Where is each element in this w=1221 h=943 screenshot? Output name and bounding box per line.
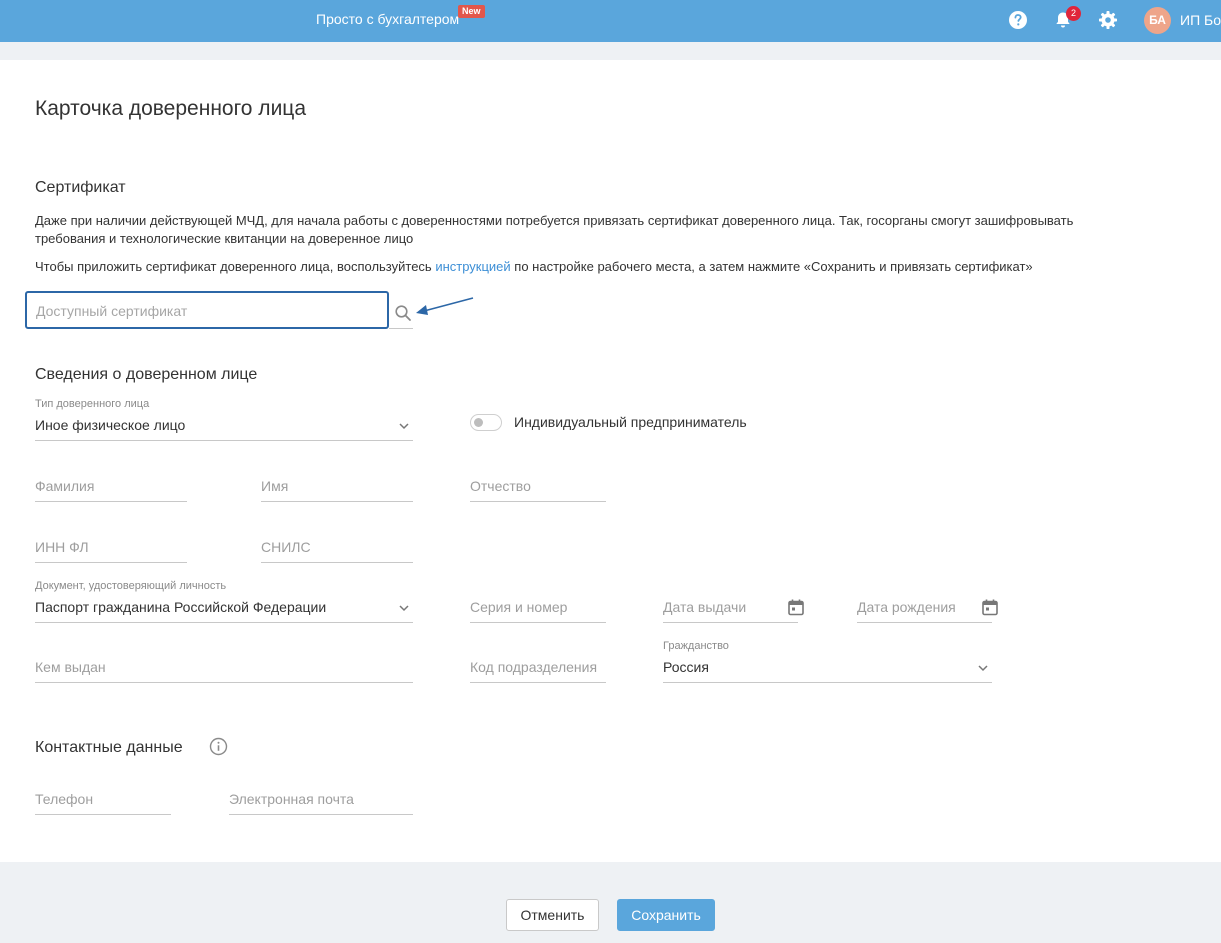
instruction-text-before: Чтобы приложить сертификат доверенного л… <box>35 259 436 274</box>
contacts-section-title: Контактные данные <box>35 739 183 756</box>
series-number-placeholder: Серия и номер <box>470 599 568 615</box>
trusted-person-card: Карточка доверенного лица Сертификат Даж… <box>0 60 1221 862</box>
phone-placeholder: Телефон <box>35 791 94 807</box>
gear-icon[interactable] <box>1098 10 1118 30</box>
help-icon[interactable] <box>1008 10 1028 30</box>
cancel-button[interactable]: Отменить <box>506 899 599 931</box>
birth-date-placeholder: Дата рождения <box>857 599 956 615</box>
patronymic-field[interactable]: Отчество <box>470 471 606 502</box>
certificate-section-title: Сертификат <box>35 179 126 196</box>
pointer-arrow-icon <box>416 297 474 315</box>
birth-date-field[interactable]: Дата рождения <box>857 592 998 623</box>
identity-document-select[interactable]: Документ, удостоверяющий личность Паспор… <box>35 580 413 623</box>
user-name[interactable]: ИП Бор <box>1180 12 1221 28</box>
chevron-down-icon <box>399 423 409 430</box>
person-type-select[interactable]: Тип доверенного лица Иное физическое лиц… <box>35 398 413 441</box>
ip-toggle[interactable] <box>470 414 502 431</box>
toggle-knob <box>474 418 483 427</box>
new-badge: New <box>458 5 485 18</box>
person-section-title: Сведения о доверенном лице <box>35 366 258 383</box>
certificate-description-line-1: Даже при наличии действующей МЧД, для на… <box>35 213 1074 228</box>
person-type-value: Иное физическое лицо <box>35 417 186 433</box>
certificate-instruction: Чтобы приложить сертификат доверенного л… <box>35 258 1033 276</box>
instruction-text-after: по настройке рабочего места, а затем наж… <box>510 259 1033 274</box>
certificate-input-placeholder: Доступный сертификат <box>36 303 188 319</box>
ip-toggle-label: Индивидуальный предприниматель <box>514 414 747 430</box>
instruction-link[interactable]: инструкцией <box>435 259 510 274</box>
series-number-field[interactable]: Серия и номер <box>470 592 606 623</box>
first-name-placeholder: Имя <box>261 478 289 494</box>
avatar[interactable]: БА <box>1144 7 1171 34</box>
division-code-placeholder: Код подразделения <box>470 659 598 675</box>
issue-date-field[interactable]: Дата выдачи <box>663 592 804 623</box>
last-name-field[interactable]: Фамилия <box>35 471 187 502</box>
citizenship-value: Россия <box>663 659 709 675</box>
certificate-description: Даже при наличии действующей МЧД, для на… <box>35 212 1185 248</box>
snils-placeholder: СНИЛС <box>261 539 311 555</box>
citizenship-select[interactable]: Гражданство Россия <box>663 640 992 683</box>
calendar-icon[interactable] <box>981 598 999 616</box>
certificate-search-underline <box>389 328 413 329</box>
brand-link[interactable]: Просто с бухгалтером <box>316 11 459 27</box>
patronymic-placeholder: Отчество <box>470 478 531 494</box>
info-icon[interactable] <box>209 737 228 756</box>
issued-by-placeholder: Кем выдан <box>35 659 106 675</box>
person-type-label: Тип доверенного лица <box>35 398 150 410</box>
citizenship-label: Гражданство <box>663 640 729 652</box>
division-code-field[interactable]: Код подразделения <box>470 652 606 683</box>
inn-field[interactable]: ИНН ФЛ <box>35 532 187 563</box>
first-name-field[interactable]: Имя <box>261 471 413 502</box>
issued-by-field[interactable]: Кем выдан <box>35 652 413 683</box>
phone-field[interactable]: Телефон <box>35 784 171 815</box>
chevron-down-icon <box>978 665 988 672</box>
identity-document-label: Документ, удостоверяющий личность <box>35 580 227 592</box>
search-icon[interactable] <box>394 304 412 322</box>
snils-field[interactable]: СНИЛС <box>261 532 413 563</box>
top-bar: Просто с бухгалтером New 2 БА ИП Бор <box>0 0 1221 42</box>
identity-document-value: Паспорт гражданина Российской Федерации <box>35 599 327 615</box>
notifications-badge: 2 <box>1066 6 1081 21</box>
inn-placeholder: ИНН ФЛ <box>35 539 89 555</box>
certificate-description-line-2: требования и технологические квитанции н… <box>35 231 414 246</box>
email-placeholder: Электронная почта <box>229 791 354 807</box>
calendar-icon[interactable] <box>787 598 805 616</box>
last-name-placeholder: Фамилия <box>35 478 95 494</box>
save-button[interactable]: Сохранить <box>617 899 715 931</box>
page-title: Карточка доверенного лица <box>35 97 307 120</box>
chevron-down-icon <box>399 605 409 612</box>
certificate-input[interactable]: Доступный сертификат <box>25 291 389 329</box>
issue-date-placeholder: Дата выдачи <box>663 599 747 615</box>
email-field[interactable]: Электронная почта <box>229 784 413 815</box>
